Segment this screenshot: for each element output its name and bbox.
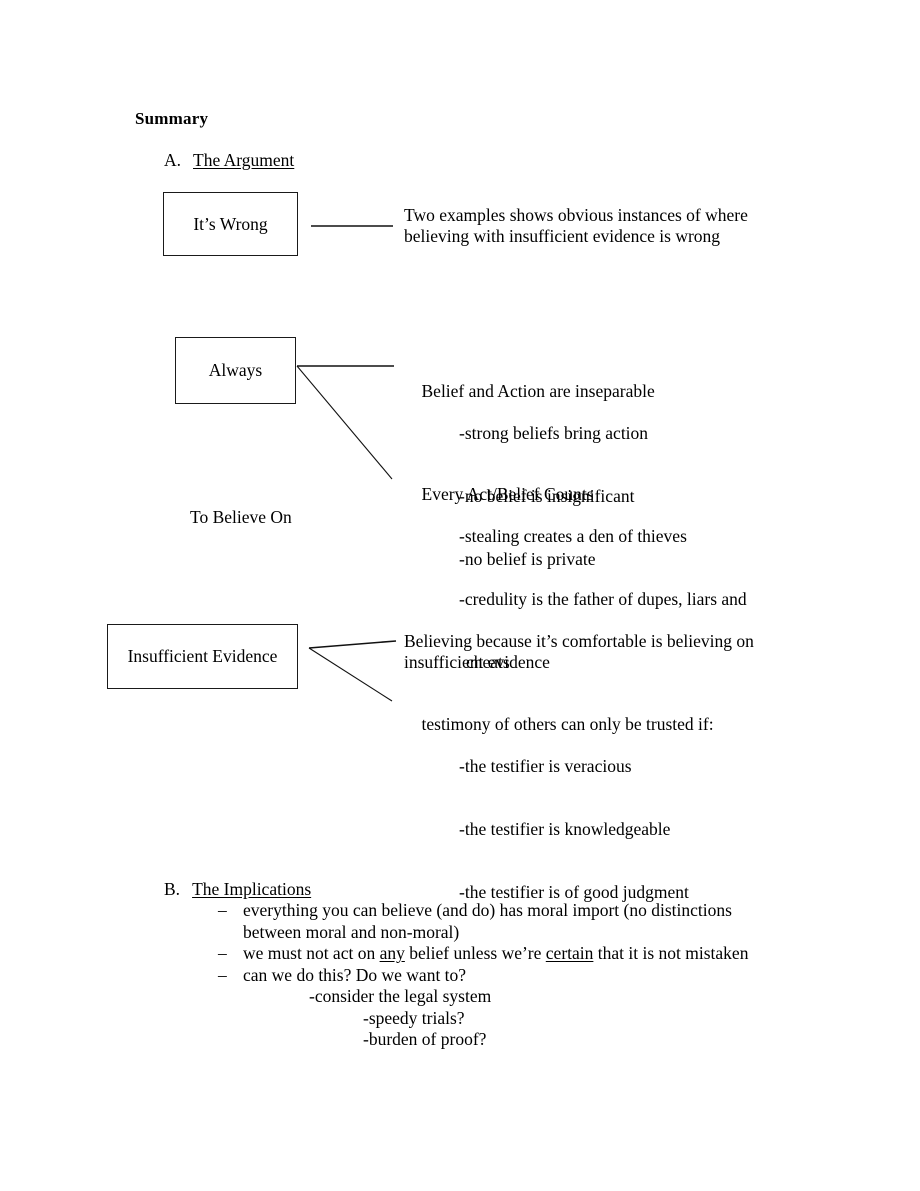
section-b-title: The Implications [192, 879, 312, 899]
list-item-text-part: we must not act on [243, 943, 380, 963]
list-item-text: everything you can believe (and do) has … [243, 900, 732, 942]
list-item: – everything you can believe (and do) ha… [218, 900, 778, 943]
list-subitem-text: -speedy trials? [363, 1007, 465, 1028]
implications-list: – everything you can believe (and do) ha… [218, 900, 778, 1051]
emphasis-certain: certain [545, 943, 594, 963]
diagram-box-always: Always [175, 337, 296, 404]
annotation-its-wrong: Two examples shows obvious instances of … [404, 205, 748, 246]
list-item: – can we do this? Do we want to? -consid… [218, 965, 778, 1051]
annotation-every-act-belief-counts: Every Act/Belief Counts -stealing create… [404, 463, 747, 715]
list-subitem-text: -burden of proof? [363, 1029, 487, 1049]
annotation-every-act-point: -credulity is the father of dupes, liars… [459, 589, 747, 609]
diagram-box-its-wrong: It’s Wrong [163, 192, 298, 256]
annotation-believing-comfortable: Believing because it’s comfortable is be… [404, 631, 754, 672]
connector-insufficient-lower [308, 647, 393, 702]
diagram-box-insufficient-evidence: Insufficient Evidence [107, 624, 298, 689]
document-page: Summary A. The Argument It’s Wrong Alway… [0, 0, 920, 1191]
list-item-text-part: that it is not mistaken [593, 943, 749, 963]
diagram-box-always-label: Always [208, 360, 263, 380]
label-to-believe-on: To Believe On [190, 507, 292, 527]
diagram-box-its-wrong-label: It’s Wrong [193, 213, 268, 234]
page-title: Summary [135, 109, 209, 128]
list-item: – we must not act on any belief unless w… [218, 943, 778, 965]
annotation-every-act-point: -stealing creates a den of thieves [459, 526, 687, 546]
annotation-testimony-heading: testimony of others can only be trusted … [421, 714, 714, 734]
annotation-every-act-heading: Every Act/Belief Counts [421, 484, 594, 504]
annotation-belief-point: -strong beliefs bring action [459, 423, 649, 443]
connector-always-lower [296, 365, 393, 480]
annotation-testimony-point: -the testifier is knowledgeable [459, 819, 671, 839]
list-subitem-text: -consider the legal system [309, 986, 492, 1006]
section-a-title: The Argument [193, 150, 295, 170]
section-a-letter: A. [164, 150, 182, 170]
list-item-text: can we do this? Do we want to? [243, 964, 467, 985]
dash-bullet-icon: – [218, 900, 227, 920]
dash-bullet-icon: – [218, 943, 227, 963]
diagram-box-insufficient-evidence-label: Insufficient Evidence [127, 646, 278, 666]
list-item-text-part: belief unless we’re [404, 943, 546, 963]
section-b-header: B. The Implications [164, 879, 311, 900]
annotation-testimony-point: -the testifier is veracious [459, 756, 632, 776]
dash-bullet-icon: – [218, 964, 227, 985]
connector-insufficient-upper [308, 640, 397, 649]
emphasis-any: any [379, 943, 405, 963]
section-a-header: A. The Argument [164, 150, 294, 171]
section-b-letter: B. [164, 879, 181, 899]
list-item-text: we must not act on any belief unless we’… [243, 943, 778, 965]
annotation-belief-heading: Belief and Action are inseparable [421, 381, 655, 401]
